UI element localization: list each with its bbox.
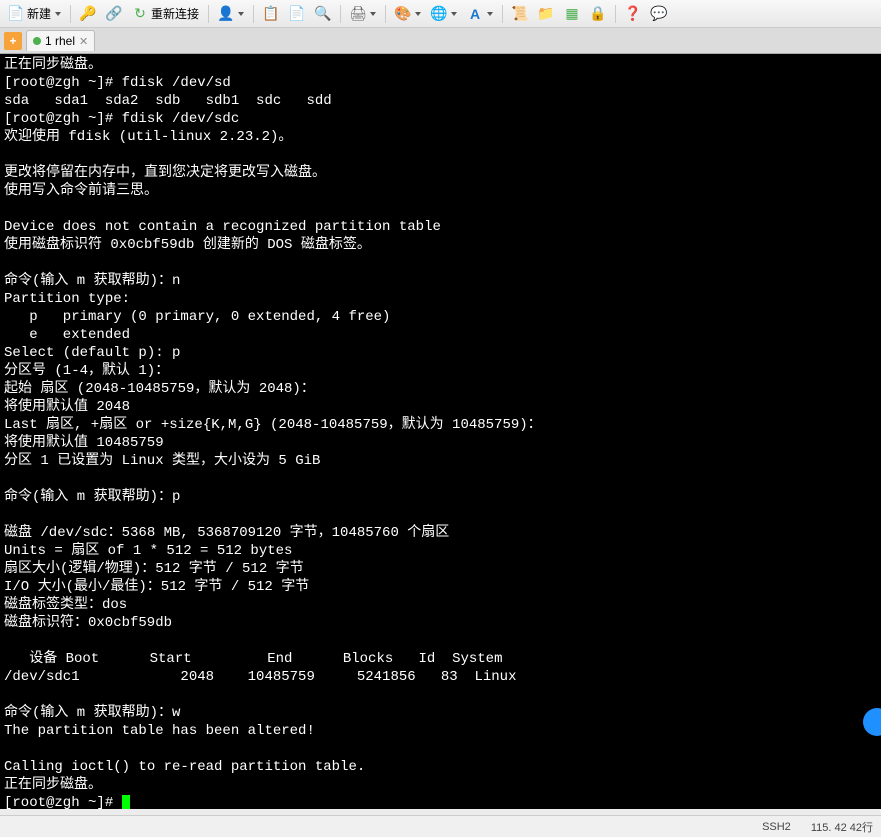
chat-icon: 💬 [651, 6, 667, 22]
folder-button[interactable]: 📁 [534, 4, 558, 24]
separator [615, 5, 616, 23]
folder-icon: 📁 [538, 6, 554, 22]
search-icon: 🔍 [315, 6, 331, 22]
key-button[interactable]: 🔑 [76, 4, 100, 24]
status-ssh: SSH2 [762, 821, 791, 833]
colors-button[interactable]: 🎨 [391, 4, 425, 24]
paste-icon: 📄 [289, 6, 305, 22]
print-button[interactable]: 🖨 [346, 4, 380, 24]
status-pos: 115. 42 42行 [811, 819, 873, 835]
paste-button[interactable]: 📄 [285, 4, 309, 24]
tab-bar: + 1 rhel ✕ [0, 28, 881, 54]
script-button[interactable]: 📜 [508, 4, 532, 24]
key-icon: 🔑 [80, 6, 96, 22]
file-icon: 📄 [8, 6, 24, 22]
separator [385, 5, 386, 23]
font-button[interactable]: A [463, 4, 497, 24]
font-icon: A [467, 6, 483, 22]
profile-button[interactable]: 👤 [214, 4, 248, 24]
separator [502, 5, 503, 23]
copy-button[interactable]: 📋 [259, 4, 283, 24]
profile-icon: 👤 [218, 6, 234, 22]
palette-icon: 🎨 [395, 6, 411, 22]
script-icon: 📜 [512, 6, 528, 22]
help-icon: ❓ [625, 6, 641, 22]
chevron-down-icon [238, 12, 244, 16]
printer-icon: 🖨 [350, 6, 366, 22]
separator [208, 5, 209, 23]
reconnect-button[interactable]: ↻ 重新连接 [128, 3, 203, 24]
new-button[interactable]: 📄 新建 [4, 3, 65, 24]
chat-button[interactable]: 💬 [647, 4, 671, 24]
chevron-down-icon [451, 12, 457, 16]
lock-icon: 🔒 [590, 6, 606, 22]
tile-button[interactable]: ▦ [560, 4, 584, 24]
chevron-down-icon [487, 12, 493, 16]
lock-button[interactable]: 🔒 [586, 4, 610, 24]
chevron-down-icon [370, 12, 376, 16]
tab-session[interactable]: 1 rhel ✕ [26, 30, 95, 51]
refresh-icon: ↻ [132, 6, 148, 22]
terminal-output[interactable]: 正在同步磁盘。 [root@zgh ~]# fdisk /dev/sd sda … [0, 54, 881, 809]
help-button[interactable]: ❓ [621, 4, 645, 24]
globe-icon: 🌐 [431, 6, 447, 22]
new-label: 新建 [27, 5, 51, 22]
copy-icon: 📋 [263, 6, 279, 22]
grid-icon: ▦ [564, 6, 580, 22]
separator [340, 5, 341, 23]
separator [253, 5, 254, 23]
chevron-down-icon [55, 12, 61, 16]
search-button[interactable]: 🔍 [311, 4, 335, 24]
chevron-down-icon [415, 12, 421, 16]
link-icon: 🔗 [106, 6, 122, 22]
status-bar: SSH2 115. 42 42行 [0, 815, 881, 837]
status-dot-icon [33, 37, 41, 45]
close-icon[interactable]: ✕ [79, 35, 88, 48]
globe-button[interactable]: 🌐 [427, 4, 461, 24]
separator [70, 5, 71, 23]
reconnect-label: 重新连接 [151, 5, 199, 22]
link-button[interactable]: 🔗 [102, 4, 126, 24]
tab-label: 1 rhel [45, 34, 75, 48]
add-tab-button[interactable]: + [4, 32, 22, 50]
main-toolbar: 📄 新建 🔑 🔗 ↻ 重新连接 👤 📋 📄 🔍 🖨 🎨 🌐 A 📜 📁 ▦ 🔒 … [0, 0, 881, 28]
